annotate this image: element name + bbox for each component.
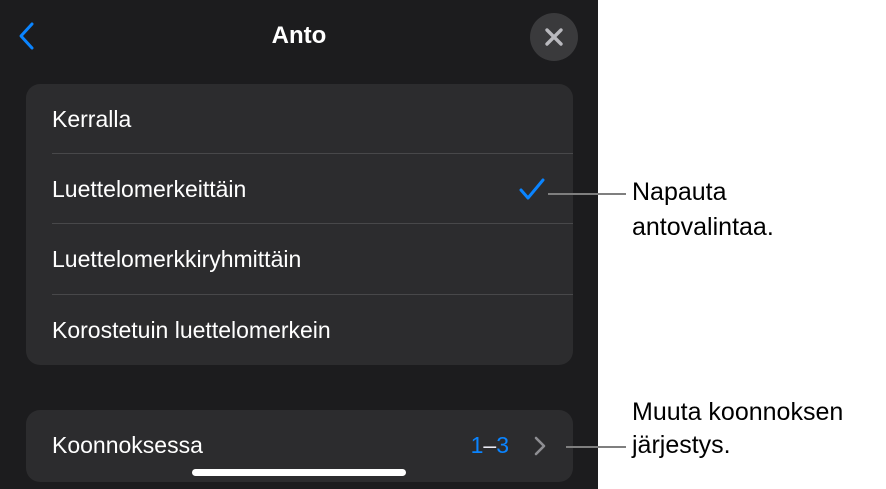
option-luettelomerkkiryhmittain[interactable]: Luettelomerkkiryhmittäin	[26, 224, 573, 294]
chevron-right-icon	[534, 436, 546, 456]
option-korostetuin-luettelomerkein[interactable]: Korostetuin luettelomerkein	[26, 295, 573, 365]
panel-title: Anto	[271, 22, 327, 49]
callout-selection-line2: antovalintaa.	[632, 213, 774, 241]
option-label: Korostetuin luettelomerkein	[52, 316, 331, 343]
callout-order-line2: järjestys.	[632, 431, 731, 459]
order-value-end: 3	[496, 432, 509, 458]
close-icon	[545, 28, 563, 46]
callout-line-selection	[548, 193, 626, 195]
checkmark-icon	[519, 178, 545, 200]
order-value-dash: –	[483, 432, 497, 458]
order-label: Koonnoksessa	[52, 432, 203, 458]
option-kerralla[interactable]: Kerralla	[26, 84, 573, 154]
option-luettelomerkeittain[interactable]: Luettelomerkeittäin	[26, 154, 573, 224]
order-value-start: 1	[470, 432, 484, 458]
delivery-options-list: Kerralla Luettelomerkeittäin Luettelomer…	[26, 84, 573, 365]
option-label: Luettelomerkkiryhmittäin	[52, 245, 302, 272]
option-label: Kerralla	[52, 105, 132, 132]
order-value: 1–3	[471, 430, 509, 460]
callout-selection-line1: Napauta	[632, 178, 727, 206]
option-label: Luettelomerkeittäin	[52, 175, 247, 202]
close-button[interactable]	[530, 13, 578, 61]
animation-panel: Anto Kerralla Luettelomerkeittäin Luette…	[0, 0, 598, 489]
callout-order-line1: Muuta koonnoksen	[632, 398, 844, 426]
home-indicator	[192, 469, 406, 476]
callout-line-order	[566, 446, 626, 448]
